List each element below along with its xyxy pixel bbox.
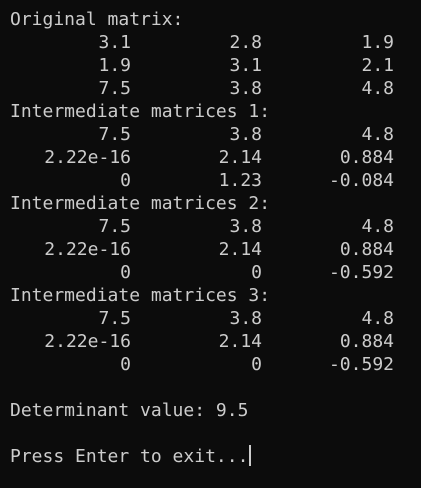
matrix-cell: 7.5 (98, 216, 131, 237)
matrix-row: 7.5 3.8 4.8 (0, 215, 421, 238)
console-window[interactable]: Original matrix: 3.1 2.8 1.9 1.9 3.1 2.1… (0, 0, 421, 488)
matrix-cell: 2.1 (361, 55, 394, 76)
matrix-cell: 0 (251, 354, 262, 375)
matrix-cell: 3.8 (229, 308, 262, 329)
matrix-row: 0 1.23 -0.084 (0, 169, 421, 192)
matrix-cell: 2.22e-16 (44, 331, 131, 352)
matrix-cell: 4.8 (361, 124, 394, 145)
matrix-cell: -0.592 (328, 354, 394, 375)
matrix-cell: 4.8 (361, 216, 394, 237)
exit-prompt: Press Enter to exit... (10, 446, 249, 467)
matrix-cell: 2.22e-16 (44, 239, 131, 260)
intermediate-matrix-3-heading: Intermediate matrices 3: (10, 285, 271, 306)
matrix-cell: 1.9 (361, 32, 394, 53)
matrix-row: 0 0 -0.592 (0, 353, 421, 376)
text-cursor (249, 445, 252, 466)
matrix-cell: 2.8 (229, 32, 262, 53)
matrix-row: 0 0 -0.592 (0, 261, 421, 284)
matrix-row: 1.9 3.1 2.1 (0, 54, 421, 77)
matrix-cell: 3.1 (229, 55, 262, 76)
matrix-cell: 2.22e-16 (44, 147, 131, 168)
matrix-cell: -0.084 (328, 170, 394, 191)
determinant-output: Determinant value: 9.5 (10, 400, 249, 421)
matrix-cell: 7.5 (98, 78, 131, 99)
matrix-cell: 2.14 (218, 147, 262, 168)
matrix-row: 2.22e-16 2.14 0.884 (0, 330, 421, 353)
matrix-row: 7.5 3.8 4.8 (0, 123, 421, 146)
matrix-row: 7.5 3.8 4.8 (0, 307, 421, 330)
matrix-cell: 0 (251, 262, 262, 283)
matrix-cell: 4.8 (361, 308, 394, 329)
matrix-row: 2.22e-16 2.14 0.884 (0, 238, 421, 261)
exit-prompt-line[interactable]: Press Enter to exit... (10, 445, 252, 468)
intermediate-matrix-2-heading: Intermediate matrices 2: (10, 193, 271, 214)
matrix-cell: 3.8 (229, 124, 262, 145)
matrix-cell: 3.8 (229, 216, 262, 237)
matrix-cell: 0.884 (339, 239, 394, 260)
matrix-cell: -0.592 (328, 262, 394, 283)
matrix-cell: 0 (120, 262, 131, 283)
matrix-cell: 0.884 (339, 331, 394, 352)
matrix-row: 7.5 3.8 4.8 (0, 77, 421, 100)
intermediate-matrix-1-heading: Intermediate matrices 1: (10, 101, 271, 122)
matrix-row: 2.22e-16 2.14 0.884 (0, 146, 421, 169)
matrix-cell: 3.8 (229, 78, 262, 99)
matrix-cell: 0 (120, 170, 131, 191)
matrix-cell: 2.14 (218, 331, 262, 352)
matrix-cell: 2.14 (218, 239, 262, 260)
original-matrix-heading: Original matrix: (10, 9, 184, 30)
matrix-cell: 7.5 (98, 124, 131, 145)
matrix-cell: 1.23 (218, 170, 262, 191)
matrix-cell: 4.8 (361, 78, 394, 99)
matrix-cell: 7.5 (98, 308, 131, 329)
matrix-row: 3.1 2.8 1.9 (0, 31, 421, 54)
matrix-cell: 3.1 (98, 32, 131, 53)
matrix-cell: 1.9 (98, 55, 131, 76)
matrix-cell: 0 (120, 354, 131, 375)
matrix-cell: 0.884 (339, 147, 394, 168)
